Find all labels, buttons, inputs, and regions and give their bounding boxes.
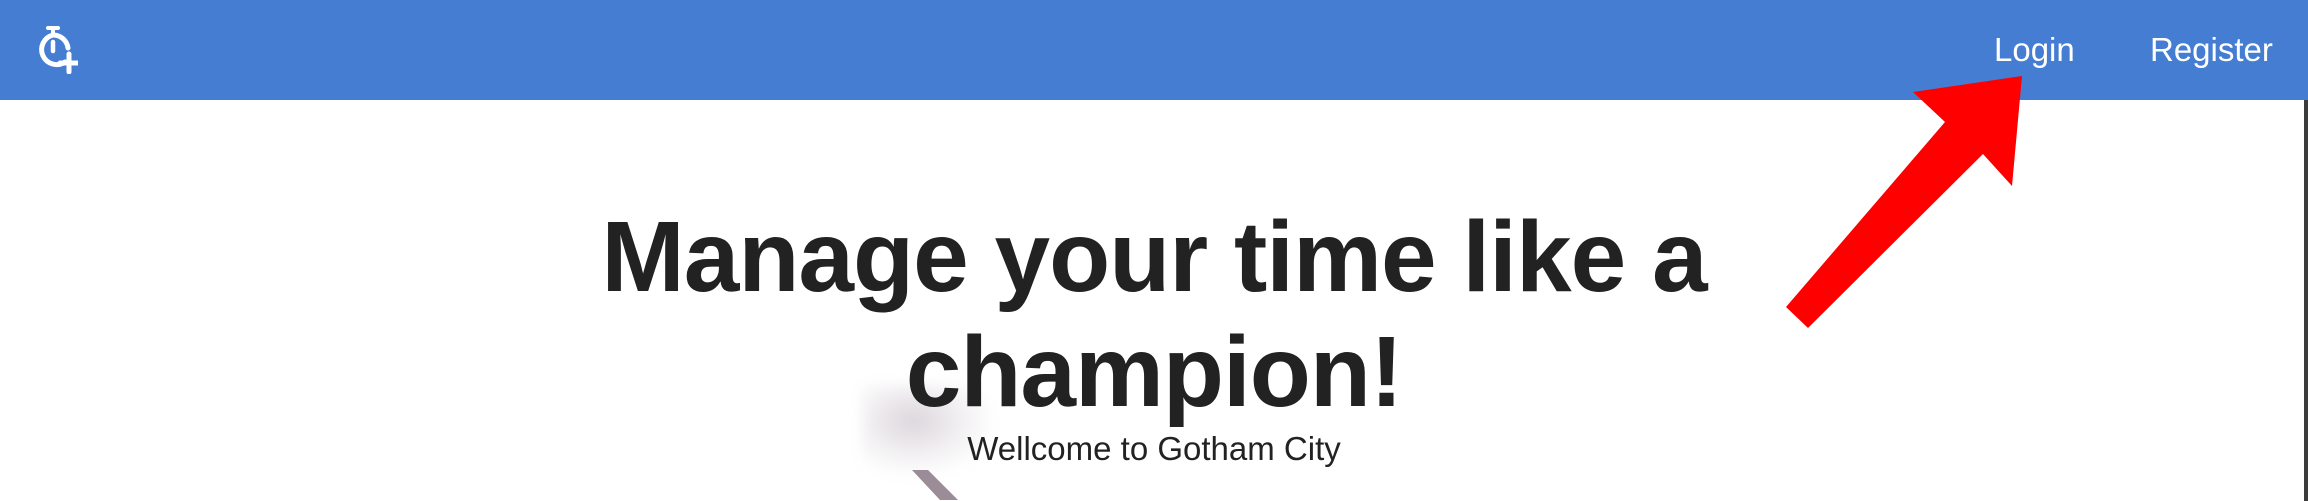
right-edge-divider (2304, 100, 2308, 501)
stopwatch-plus-icon[interactable] (32, 24, 81, 75)
register-link[interactable]: Register (2150, 29, 2273, 71)
app-page: Login Register Manage your time like a c… (0, 0, 2308, 501)
hero-title-line-1: Manage your time like a (601, 201, 1707, 313)
top-navbar: Login Register (0, 0, 2308, 100)
hero-subtitle: Wellcome to Gotham City (967, 430, 1341, 467)
logo-svg (39, 26, 81, 75)
hero-title-line-2: champion! (905, 316, 1404, 428)
hero-title: Manage your time like a champion! (454, 200, 1854, 430)
login-link[interactable]: Login (1994, 29, 2075, 71)
